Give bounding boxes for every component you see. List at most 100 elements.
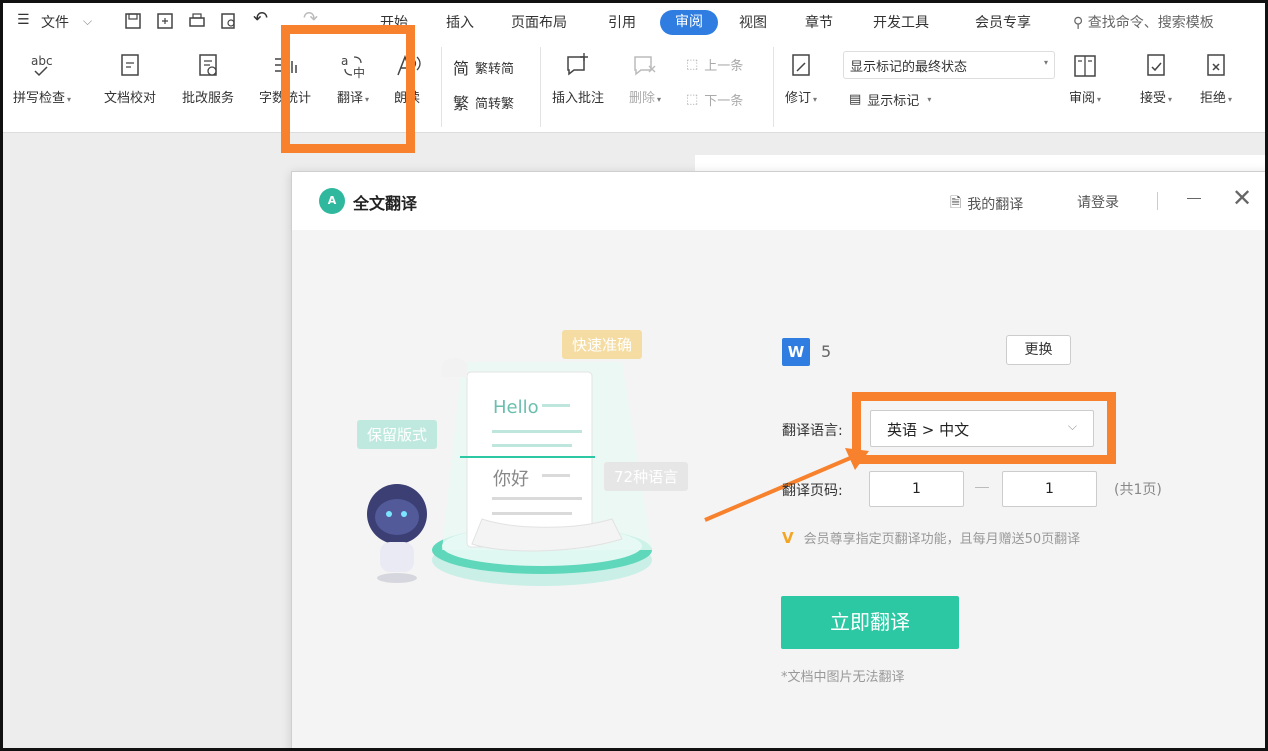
revise-label: 修订 [785,91,812,106]
show-markup-button[interactable]: ▤ 显示标记 ▾ [849,90,931,109]
translate-now-button[interactable]: 立即翻译 [781,596,959,649]
insert-comment-label: 插入批注 [552,91,605,106]
dialog-header: A 全文翻译 🗎 我的翻译 请登录 ✕ [292,172,1265,230]
markup-state-value: 显示标记的最终状态 [850,60,968,75]
range-dash [975,487,989,488]
print-preview-icon[interactable] [219,11,239,31]
translate-logo-icon: A [319,188,345,214]
search-input[interactable]: 查找命令、搜索模板 [1088,15,1214,31]
simp-to-trad-button[interactable]: 繁 简转繁 [453,90,514,114]
command-search[interactable]: ⚲ 查找命令、搜索模板 [1073,12,1214,32]
page-to-input[interactable]: 1 [1002,471,1097,507]
review-pane-icon [1074,55,1096,77]
close-icon[interactable]: ✕ [1232,186,1252,210]
login-link[interactable]: 请登录 [1077,192,1119,212]
show-markup-icon: ▤ [849,92,862,107]
reject-label: 拒绝 [1200,91,1227,106]
review-service-icon [199,54,217,76]
minimize-icon[interactable] [1187,198,1201,199]
change-file-button[interactable]: 更换 [1006,335,1071,365]
svg-text:abc: abc [31,54,53,68]
review-service-label: 批改服务 [182,91,235,106]
markup-state-select[interactable]: 显示标记的最终状态 ▾ [843,51,1055,79]
vip-icon: V [782,528,794,547]
next-comment-icon: ⬚ [686,92,699,107]
spell-check-button[interactable]: abc 拼写检查 ▾ [13,51,71,106]
spell-check-icon: abc [31,54,53,77]
prev-comment-icon: ⬚ [686,57,699,72]
trad-to-simp-button[interactable]: 简 繁转简 [453,55,514,79]
tab-section[interactable]: 章节 [805,12,833,32]
language-highlight-box [852,392,1116,464]
nihao-text: 你好 [493,469,529,490]
app-window: ☰ 文件 ⌵ ↶ ↷ 开始 插入 页面布局 引用 审阅 视图 章节 开发工具 会… [0,0,1268,751]
revise-icon [792,54,810,76]
total-pages: (共1页) [1114,482,1162,498]
review-service-button[interactable]: 批改服务 [182,51,234,106]
reject-button[interactable]: 拒绝 ▾ [1200,51,1232,106]
delete-comment-button[interactable]: 删除 ▾ [629,51,661,106]
header-divider [1157,192,1158,210]
menu-bar: ☰ 文件 ⌵ ↶ ↷ 开始 插入 页面布局 引用 审阅 视图 章节 开发工具 会… [3,3,1265,41]
delete-comment-icon [634,56,656,76]
doc-proof-button[interactable]: 文档校对 [104,51,156,106]
insert-comment-button[interactable]: 插入批注 [552,51,604,106]
chevron-down-icon[interactable]: ⌵ [83,14,92,29]
insert-comment-icon [567,53,588,76]
reject-icon [1207,54,1225,76]
history-icon: 🗎 [950,195,962,211]
translate-illustration: 快速准确 保留版式 72种语言 Hello 你好 [352,322,712,622]
full-translate-dialog: A 全文翻译 🗎 我的翻译 请登录 ✕ 快速准确 保留版式 72种语言 Hell… [291,171,1265,748]
next-comment-button[interactable]: ⬚ 下一条 [686,90,743,109]
save-icon[interactable] [123,11,143,31]
tab-review[interactable]: 审阅 [660,10,718,35]
spell-check-label: 拼写检查 [13,91,66,106]
ribbon-toolbar: abc 拼写检查 ▾ 文档校对 批改服务 字数统计 a中 翻译 ▾ 朗读 简 繁转简 [3,41,1265,133]
next-comment-label: 下一条 [704,94,744,109]
accept-icon [1147,54,1165,76]
export-icon[interactable] [155,11,175,31]
tab-insert[interactable]: 插入 [446,12,474,32]
bubble-keep-layout: 保留版式 [357,420,438,449]
accept-button[interactable]: 接受 ▾ [1140,51,1172,106]
ribbon-divider [540,47,541,127]
tab-view[interactable]: 视图 [739,12,767,32]
print-icon[interactable] [187,11,207,31]
my-translations-link[interactable]: 🗎 我的翻译 [950,192,1023,216]
prev-comment-label: 上一条 [704,59,744,74]
word-file-icon: W [782,338,810,366]
revise-button[interactable]: 修订 ▾ [785,51,817,106]
my-translations-label: 我的翻译 [967,197,1024,213]
file-count: 5 [821,342,832,361]
hello-text: Hello [493,397,539,418]
image-footnote: *文档中图片无法翻译 [781,670,905,685]
ribbon-divider [441,47,442,127]
vip-note: V 会员尊享指定页翻译功能，且每月赠送50页翻译 [782,528,1081,548]
doc-proof-label: 文档校对 [104,91,157,106]
tab-page-layout[interactable]: 页面布局 [511,12,567,32]
translate-highlight-box [281,25,415,153]
tab-references[interactable]: 引用 [608,12,636,32]
simp-trad-icon: 繁 [453,94,470,113]
search-icon: ⚲ [1073,15,1084,31]
tab-developer[interactable]: 开发工具 [873,12,929,32]
undo-icon[interactable]: ↶ [253,8,268,29]
file-menu[interactable]: 文件 [41,12,69,32]
menu-icon[interactable]: ☰ [17,12,30,28]
trad-simp-icon: 简 [453,59,470,78]
delete-label: 删除 [629,91,656,106]
doc-proof-icon [121,54,139,76]
chevron-down-icon: ▾ [1043,58,1048,67]
vip-note-text: 会员尊享指定页翻译功能，且每月赠送50页翻译 [803,532,1081,547]
trad-to-simp-label: 繁转简 [475,61,515,77]
bubble-fast-accurate: 快速准确 [562,330,643,359]
prev-comment-button[interactable]: ⬚ 上一条 [686,55,743,74]
review-label: 审阅 [1069,91,1096,106]
language-label: 翻译语言: [782,423,843,439]
page-from-input[interactable]: 1 [869,471,964,507]
tab-member[interactable]: 会员专享 [975,12,1031,32]
pages-label: 翻译页码: [782,483,843,499]
simp-to-trad-label: 简转繁 [475,96,515,112]
bubble-72-languages: 72种语言 [604,462,689,491]
review-pane-button[interactable]: 审阅 ▾ [1069,51,1101,106]
